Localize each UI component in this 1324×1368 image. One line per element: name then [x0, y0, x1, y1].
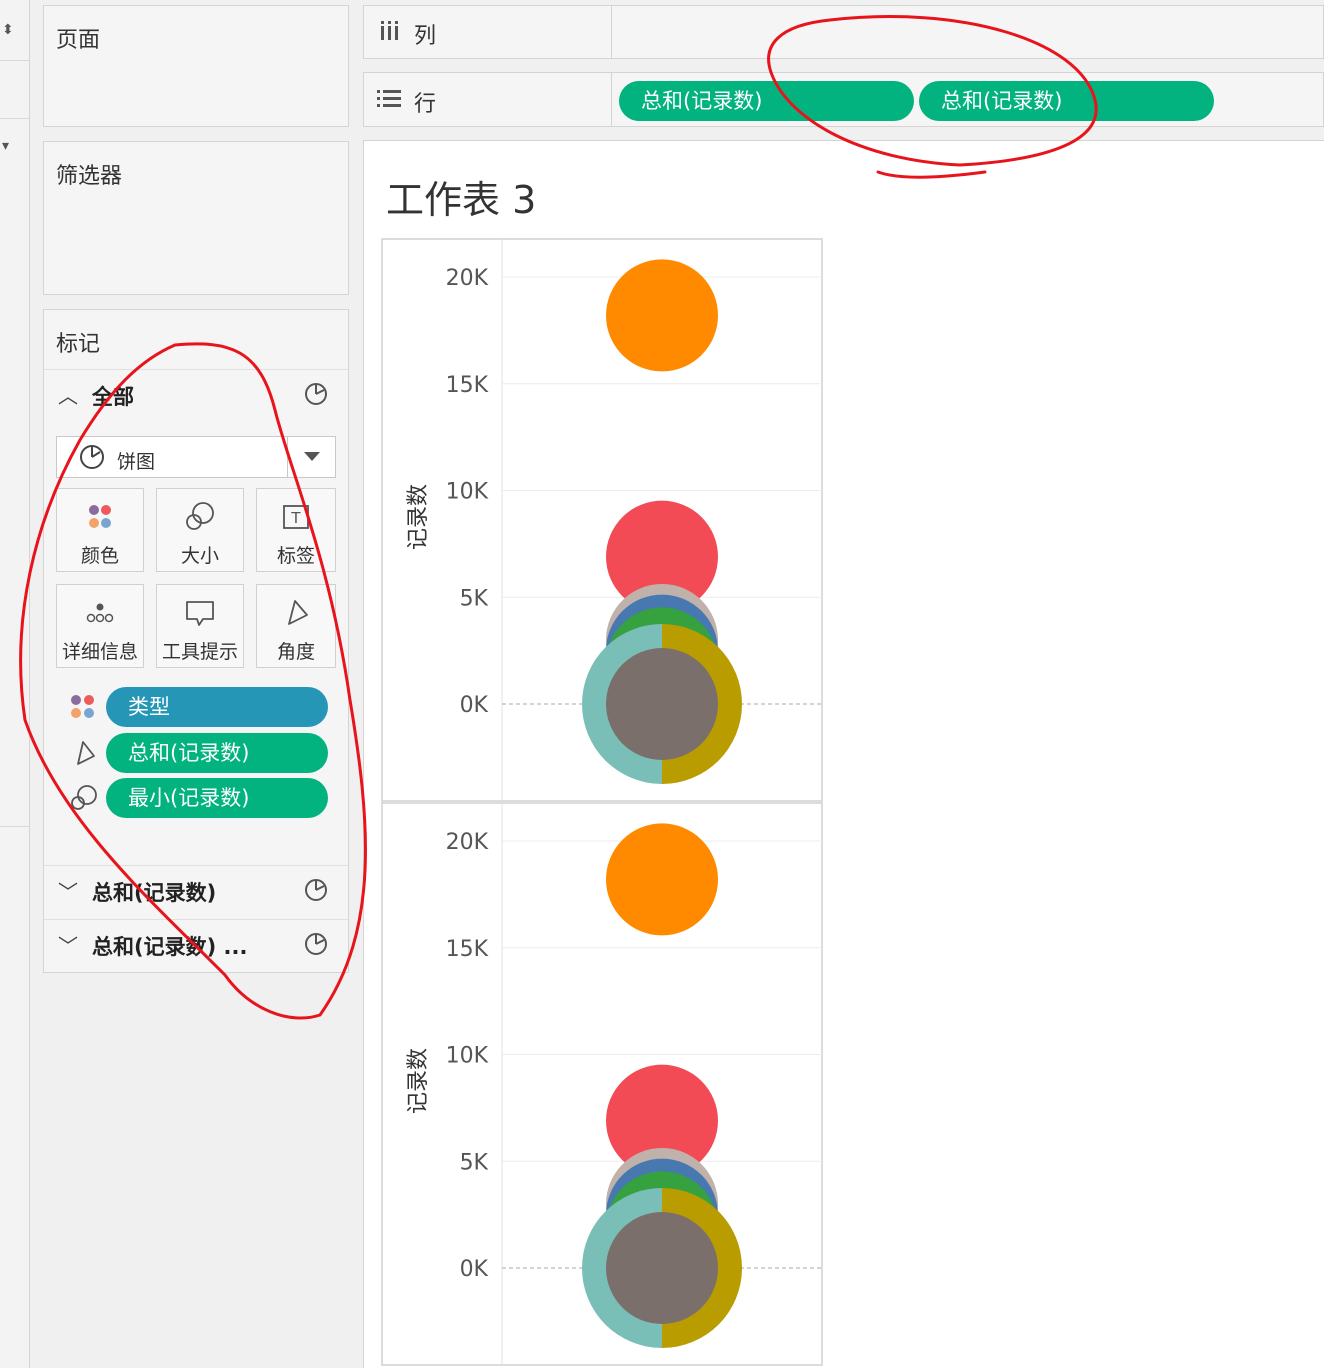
marks-title: 标记 — [56, 332, 101, 357]
columns-label: 列 — [414, 24, 437, 49]
marks-sub-row-1[interactable]: ﹀ 总和(记录数) — [44, 865, 348, 915]
rows-icon — [377, 90, 401, 107]
size-label: 大小 — [180, 545, 219, 567]
divider — [0, 60, 30, 61]
pie-icon — [305, 383, 327, 405]
label-button[interactable]: T 标签 — [256, 488, 336, 572]
divider — [0, 826, 30, 827]
color-button[interactable]: 颜色 — [56, 488, 144, 572]
tooltip-icon — [186, 601, 214, 626]
mark-type-dropdown[interactable]: 饼图 — [56, 436, 336, 478]
sort-icon[interactable]: ⬍ — [2, 22, 14, 38]
angle-icon — [77, 741, 95, 765]
color-dots-icon — [89, 505, 111, 528]
field-pill-min-records[interactable]: 最小(记录数) — [106, 778, 328, 818]
sheet-title: 工作表 3 — [386, 178, 537, 222]
size-button[interactable]: 大小 — [156, 488, 244, 572]
tooltip-button[interactable]: 工具提示 — [156, 584, 244, 668]
rows-label: 行 — [414, 92, 437, 117]
angle-icon — [288, 600, 308, 625]
marks-card: 标记 ︿ 全部 饼图 颜色 大小 T 标签 详细信息 工具提示 角度 类型 总和… — [43, 309, 349, 973]
marks-sub-row-label: 总和(记录数) ... — [92, 935, 248, 959]
divider — [0, 118, 30, 119]
angle-button[interactable]: 角度 — [256, 584, 336, 668]
detail-button[interactable]: 详细信息 — [56, 584, 144, 668]
rows-shelf[interactable]: 行 总和(记录数) 总和(记录数) — [363, 72, 1324, 127]
pages-title: 页面 — [56, 28, 101, 53]
columns-shelf-header: 列 — [364, 6, 612, 58]
marks-all-label: 全部 — [92, 385, 134, 409]
pie-icon — [305, 933, 327, 955]
marks-all-row[interactable]: ︿ 全部 — [44, 369, 348, 419]
field-pill-type[interactable]: 类型 — [106, 687, 328, 727]
chevron-down-icon[interactable]: ﹀ — [58, 876, 78, 905]
mark-type-label: 饼图 — [117, 451, 156, 473]
label-label: 标签 — [276, 545, 315, 567]
filters-title: 筛选器 — [56, 164, 123, 189]
chevron-up-icon[interactable]: ︿ — [58, 380, 78, 409]
row-pill-2[interactable]: 总和(记录数) — [919, 81, 1214, 121]
filters-card[interactable]: 筛选器 — [43, 141, 349, 295]
size-icon — [186, 502, 214, 530]
tooltip-label: 工具提示 — [161, 641, 238, 663]
data-pane-strip: ⬍ ▾ — [0, 0, 30, 1368]
size-icon — [71, 785, 97, 810]
worksheet-view[interactable]: 工作表 3 — [363, 140, 1324, 1368]
marks-sub-row-label: 总和(记录数) — [92, 881, 217, 905]
detail-label: 详细信息 — [61, 641, 138, 663]
pie-icon — [305, 879, 327, 901]
angle-label: 角度 — [276, 641, 315, 663]
color-dots-icon — [71, 695, 94, 718]
columns-icon — [381, 21, 398, 40]
chevron-down-icon — [304, 452, 320, 461]
rows-shelf-header: 行 — [364, 73, 612, 126]
pie-icon — [80, 445, 104, 469]
row-pill-1[interactable]: 总和(记录数) — [619, 81, 914, 121]
marks-sub-row-2[interactable]: ﹀ 总和(记录数) ... — [44, 919, 348, 969]
field-pill-sum-records[interactable]: 总和(记录数) — [106, 733, 328, 773]
dropdown-toggle[interactable] — [287, 437, 335, 477]
chevron-down-icon[interactable]: ▾ — [2, 138, 9, 154]
columns-shelf[interactable]: 列 — [363, 5, 1324, 59]
pages-card[interactable]: 页面 — [43, 5, 349, 127]
chevron-down-icon[interactable]: ﹀ — [58, 930, 78, 959]
color-label: 颜色 — [80, 545, 119, 567]
detail-dots-icon — [86, 603, 114, 623]
svg-text:T: T — [290, 509, 301, 527]
text-label-icon: T — [283, 505, 309, 529]
